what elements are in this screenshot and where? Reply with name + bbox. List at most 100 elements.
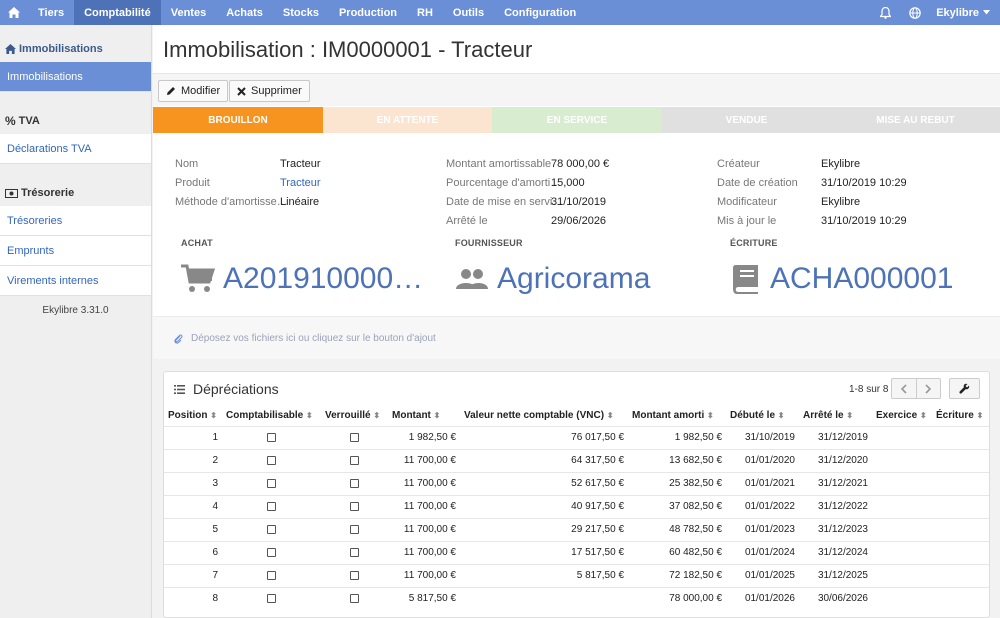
nav-production[interactable]: Production — [329, 0, 407, 25]
sidebar-item-immobilisations[interactable]: Immobilisations — [0, 62, 151, 92]
verrouille-checkbox[interactable] — [350, 432, 359, 442]
comptabilisable-checkbox[interactable] — [267, 594, 276, 604]
pagination-info: 1-8 sur 8 — [849, 384, 889, 395]
table-row[interactable]: 11 982,50 €76 017,50 €1 982,50 €31/10/20… — [164, 425, 989, 449]
depreciations-title: Dépréciations — [174, 381, 279, 397]
table-row[interactable]: 6 11 700,00 €17 517,50 €60 482,50 €01/01/… — [164, 540, 989, 564]
delete-button-label: Supprimer — [251, 85, 302, 97]
file-dropzone[interactable]: Déposez vos fichiers ici ou cliquez sur … — [153, 316, 1000, 359]
detail-value: Linéaire — [280, 195, 320, 208]
comptabilisable-checkbox[interactable] — [267, 432, 276, 442]
comptabilisable-checkbox[interactable] — [267, 524, 276, 534]
cell-ecriture — [932, 471, 989, 495]
chevron-right-icon — [925, 383, 932, 394]
table-settings-button[interactable] — [949, 378, 980, 399]
verrouille-checkbox[interactable] — [350, 594, 359, 604]
nav-tiers[interactable]: Tiers — [28, 0, 74, 25]
home-button[interactable] — [0, 0, 28, 25]
nav-ventes[interactable]: Ventes — [161, 0, 216, 25]
column-header-arrete-le[interactable]: Arrêté le ⬍ — [799, 406, 872, 426]
column-header-comptabilisable[interactable]: Comptabilisable ⬍ — [222, 406, 321, 426]
verrouille-checkbox[interactable] — [350, 547, 359, 557]
detail-label: Arrêté le — [446, 214, 488, 227]
status-step-en-service[interactable]: EN SERVICE — [492, 107, 662, 133]
nav-configuration[interactable]: Configuration — [494, 0, 586, 25]
table-row[interactable]: 4 11 700,00 €40 917,50 €37 082,50 €01/01/… — [164, 494, 989, 518]
verrouille-checkbox[interactable] — [350, 478, 359, 488]
detail-value: 15,000 — [551, 176, 585, 189]
column-header-vnc[interactable]: Valeur nette comptable (VNC) ⬍ — [460, 406, 628, 426]
column-header-ecriture[interactable]: Écriture ⬍ — [932, 406, 989, 426]
comptabilisable-checkbox[interactable] — [267, 547, 276, 557]
language-button[interactable] — [900, 0, 930, 25]
cell-vnc: 40 917,50 € — [460, 494, 628, 518]
sort-icon: ⬍ — [606, 411, 614, 421]
table-row[interactable]: 5 11 700,00 €29 217,50 €48 782,50 €01/01/… — [164, 517, 989, 541]
cell-verrouille — [321, 448, 388, 472]
cell-ecriture — [932, 517, 989, 541]
table-row[interactable]: 2 11 700,00 €64 317,50 €13 682,50 €01/01/… — [164, 448, 989, 472]
cell-position: 6 — [164, 540, 222, 564]
column-header-exercice[interactable]: Exercice ⬍ — [872, 406, 932, 426]
column-header-debute-le[interactable]: Débuté le ⬍ — [726, 406, 799, 426]
cell-exercice — [872, 448, 932, 472]
verrouille-checkbox[interactable] — [350, 524, 359, 534]
status-step-brouillon[interactable]: BROUILLON — [153, 107, 323, 133]
nav-comptabilite[interactable]: Comptabilité — [74, 0, 161, 25]
verrouille-checkbox[interactable] — [350, 501, 359, 511]
comptabilisable-checkbox[interactable] — [267, 570, 276, 580]
home-icon — [8, 7, 20, 18]
cell-arrete-le: 30/06/2026 — [799, 586, 872, 610]
card-ecriture-value: ACHA000001 — [770, 262, 954, 295]
comptabilisable-checkbox[interactable] — [267, 455, 276, 465]
sidebar-item-tresoreries[interactable]: Trésoreries — [0, 206, 151, 236]
delete-button[interactable]: Supprimer — [229, 80, 310, 102]
notifications-button[interactable] — [870, 0, 900, 25]
card-fournisseur[interactable]: Agricorama — [455, 259, 650, 299]
sidebar-item-virements-internes[interactable]: Virements internes — [0, 266, 151, 296]
status-step-en-attente[interactable]: EN ATTENTE — [323, 107, 492, 133]
column-header-montant[interactable]: Montant ⬍ — [388, 406, 460, 426]
nav-rh[interactable]: RH — [407, 0, 443, 25]
prev-page-button[interactable] — [892, 379, 917, 398]
paperclip-icon — [174, 333, 183, 344]
nav-outils[interactable]: Outils — [443, 0, 494, 25]
user-menu[interactable]: Ekylibre — [930, 7, 1000, 19]
status-step-mise-au-rebut[interactable]: MISE AU REBUT — [831, 107, 1000, 133]
status-stepper: BROUILLON EN ATTENTE EN SERVICE VENDUE M… — [153, 107, 1000, 133]
sort-icon: ⬍ — [433, 411, 441, 421]
comptabilisable-checkbox[interactable] — [267, 478, 276, 488]
next-page-button[interactable] — [917, 379, 941, 398]
sidebar-item-emprunts[interactable]: Emprunts — [0, 236, 151, 266]
sidebar-item-declarations-tva[interactable]: Déclarations TVA — [0, 134, 151, 164]
product-link[interactable]: Tracteur — [280, 177, 321, 189]
table-row[interactable]: 3 11 700,00 €52 617,50 €25 382,50 €01/01/… — [164, 471, 989, 495]
column-header-position[interactable]: Position ⬍ — [164, 406, 222, 426]
sort-icon: ⬍ — [846, 411, 854, 421]
cell-position: 7 — [164, 563, 222, 587]
action-toolbar: Modifier Supprimer — [153, 73, 1000, 106]
home-icon — [5, 44, 16, 54]
card-achat[interactable]: A201910000… — [181, 259, 423, 299]
edit-button[interactable]: Modifier — [158, 80, 229, 102]
table-row[interactable]: 8 5 817,50 € 78 000,00 €01/01/2026 30/06/20… — [164, 586, 989, 610]
cell-ecriture — [932, 540, 989, 564]
nav-stocks[interactable]: Stocks — [273, 0, 329, 25]
column-header-verrouille[interactable]: Verrouillé ⬍ — [321, 406, 388, 426]
cell-arrete-le: 31/12/2022 — [799, 494, 872, 518]
detail-value: 31/10/2019 — [551, 195, 607, 208]
main-content: Immobilisation : IM0000001 - Tracteur Mo… — [153, 25, 1000, 618]
detail-row: Date de mise en servi… 31/10/2019 — [446, 192, 696, 211]
verrouille-checkbox[interactable] — [350, 570, 359, 580]
column-header-montant-amorti[interactable]: Montant amorti ⬍ — [628, 406, 726, 426]
bell-icon — [879, 6, 891, 19]
nav-achats[interactable]: Achats — [216, 0, 273, 25]
table-row[interactable]: 7 11 700,00 €5 817,50 €72 182,50 €01/01/2… — [164, 563, 989, 587]
verrouille-checkbox[interactable] — [350, 455, 359, 465]
status-step-vendue[interactable]: VENDUE — [662, 107, 831, 133]
cell-position: 3 — [164, 471, 222, 495]
cell-vnc: 52 617,50 € — [460, 471, 628, 495]
comptabilisable-checkbox[interactable] — [267, 501, 276, 511]
card-ecriture[interactable]: ACHA000001 — [730, 259, 953, 299]
cell-montant-amorti: 25 382,50 € — [628, 471, 726, 495]
